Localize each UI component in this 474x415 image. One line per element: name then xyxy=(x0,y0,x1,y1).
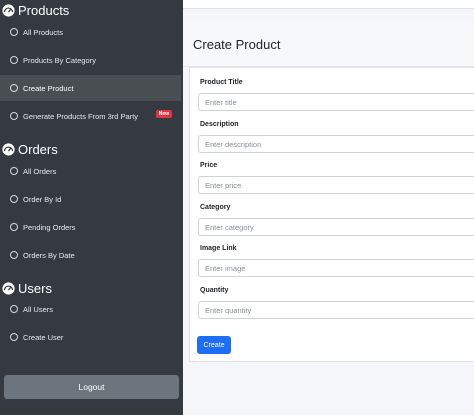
sidebar-item-all-users[interactable]: All Users xyxy=(0,296,181,322)
section-users-title: Users xyxy=(2,281,52,296)
sidebar-item-label: All Products xyxy=(23,27,64,37)
section-title-text: Orders xyxy=(18,142,58,157)
circle-icon xyxy=(10,195,18,203)
quantity-label: Quantity xyxy=(200,287,229,294)
description-input[interactable] xyxy=(198,135,474,153)
sidebar-item-all-orders[interactable]: All Orders xyxy=(0,158,181,184)
section-title-text: Products xyxy=(18,3,70,18)
sidebar-item-label: Create User xyxy=(23,332,64,342)
dashboard-gauge-icon xyxy=(2,143,15,156)
sidebar-item-create-product[interactable]: Create Product xyxy=(0,75,181,101)
dashboard-gauge-icon xyxy=(2,4,15,17)
circle-icon xyxy=(10,251,18,259)
create-button[interactable]: Create xyxy=(197,336,231,354)
circle-icon xyxy=(10,223,18,231)
sidebar-item-label: Pending Orders xyxy=(23,222,76,232)
card-header: Create Product xyxy=(183,23,474,67)
section-title-text: Users xyxy=(18,281,52,296)
sidebar-item-generate-products[interactable]: Generate Products From 3rd Party New xyxy=(0,103,181,129)
sidebar-item-create-user[interactable]: Create User xyxy=(0,324,181,350)
sidebar-item-label: Products By Category xyxy=(23,55,96,65)
image-link-input[interactable] xyxy=(198,259,474,277)
logout-button[interactable]: Logout xyxy=(4,375,179,399)
sidebar-item-label: Orders By Date xyxy=(23,250,75,260)
sidebar-item-label: Create Product xyxy=(23,83,74,93)
dashboard-gauge-icon xyxy=(2,282,15,295)
sidebar: Products All Products Products By Catego… xyxy=(0,0,183,415)
circle-icon xyxy=(10,28,18,36)
sidebar-item-order-by-id[interactable]: Order By Id xyxy=(0,186,181,212)
app-root: Products All Products Products By Catego… xyxy=(0,0,474,415)
sidebar-item-label: Order By Id xyxy=(23,194,62,204)
description-label: Description xyxy=(200,121,239,128)
top-navbar xyxy=(183,0,474,9)
sidebar-item-products-by-category[interactable]: Products By Category xyxy=(0,47,181,73)
sidebar-item-orders-by-date[interactable]: Orders By Date xyxy=(0,242,181,268)
circle-icon xyxy=(10,84,18,92)
sidebar-item-label: Generate Products From 3rd Party xyxy=(23,111,139,121)
circle-icon xyxy=(10,167,18,175)
section-products-title: Products xyxy=(2,3,69,18)
circle-icon xyxy=(10,56,18,64)
circle-icon xyxy=(10,333,18,341)
sidebar-item-all-products[interactable]: All Products xyxy=(0,19,181,45)
product-title-label: Product Title xyxy=(200,79,243,86)
price-input[interactable] xyxy=(198,176,474,194)
image-link-label: Image Link xyxy=(200,245,237,252)
quantity-input[interactable] xyxy=(198,301,474,319)
price-label: Price xyxy=(200,162,218,169)
section-orders-title: Orders xyxy=(2,142,58,157)
new-badge: New xyxy=(155,110,172,118)
product-title-input[interactable] xyxy=(198,93,474,111)
page-title: Create Product xyxy=(193,37,281,52)
circle-icon xyxy=(10,305,18,313)
circle-icon xyxy=(10,112,18,120)
sidebar-item-pending-orders[interactable]: Pending Orders xyxy=(0,214,181,240)
category-label: Category xyxy=(200,204,231,211)
category-input[interactable] xyxy=(198,218,474,236)
create-product-form: Product Title Description Price Category… xyxy=(189,67,474,362)
sidebar-item-label: All Users xyxy=(23,304,54,314)
sidebar-item-label: All Orders xyxy=(23,166,57,176)
